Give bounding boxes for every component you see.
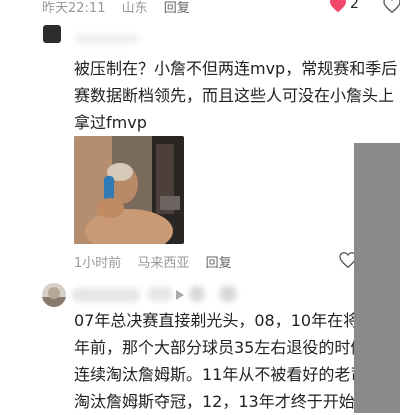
reply-button[interactable]: 回复	[206, 256, 232, 271]
comment-meta: 昨天22:11 山东 回复	[42, 0, 202, 16]
username-blurred	[220, 286, 236, 302]
comment-line: 被压制在？小詹不但两连mvp，常规赛和季后	[74, 59, 398, 78]
heart-filled-icon[interactable]	[329, 0, 347, 13]
comment-line: 连续淘汰詹姆斯。11年从不被看好的老司机，	[74, 365, 399, 384]
comment-line: 年前，那个大部分球员35左右退役的时候，	[74, 338, 383, 357]
comment-line: 拿过fmvp	[74, 113, 147, 132]
comment-text: 07年总决赛直接剃光头，08，10年在将近20 年前，那个大部分球员35左右退役…	[74, 307, 400, 415]
heart-outline-icon[interactable]	[383, 0, 400, 13]
username-blurred	[148, 287, 172, 301]
comment-location: 山东	[121, 1, 148, 16]
comment-image[interactable]	[74, 136, 184, 244]
comment-text: 被压制在？小詹不但两连mvp，常规赛和季后 赛数据断档领先，而且这些人可没在小詹…	[74, 55, 400, 136]
comment-time: 昨天22:11	[42, 1, 106, 16]
comment-meta: 1小时前 马来西亚 回复	[74, 252, 244, 271]
username-blurred	[190, 286, 204, 302]
play-arrow-icon	[176, 290, 184, 300]
comment-time: 1小时前	[74, 256, 122, 271]
comment-line: 淘汰詹姆斯夺冠，12，13年才终于开始出头	[74, 392, 387, 411]
avatar[interactable]	[42, 283, 66, 307]
comment-line: 07年总决赛直接剃光头，08，10年在将近20	[74, 311, 396, 330]
side-panel-overlay	[354, 143, 400, 413]
comment-location: 马来西亚	[137, 256, 190, 271]
reply-button[interactable]: 回复	[164, 1, 190, 16]
like-count: 2	[350, 0, 359, 12]
username-blurred	[72, 288, 140, 302]
avatar[interactable]	[43, 25, 61, 43]
comment-line: 赛数据断档领先，而且这些人可没在小詹头上	[74, 86, 395, 105]
username-blurred	[75, 34, 139, 44]
